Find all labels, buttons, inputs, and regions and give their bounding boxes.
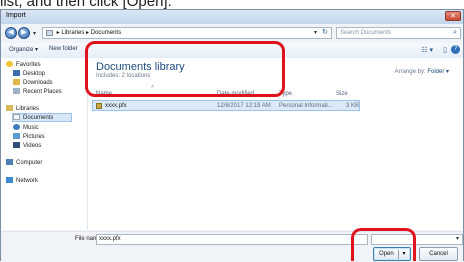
highlight-open-button: [351, 228, 416, 261]
pictures-icon: [13, 133, 20, 139]
arrange-by-value[interactable]: Folder ▾: [427, 69, 449, 75]
search-placeholder: Search Documents: [340, 30, 392, 36]
sidebar-item-network[interactable]: Network: [6, 177, 38, 184]
breadcrumb-documents[interactable]: Documents: [91, 28, 121, 38]
column-header-size[interactable]: Size: [336, 91, 348, 97]
file-date-cell: 12/6/2017 12:19 AM: [217, 103, 271, 109]
sidebar-item-libraries[interactable]: Libraries: [6, 105, 39, 112]
search-input[interactable]: Search Documents ⌕: [336, 27, 461, 39]
file-type-cell: Personal Informati...: [279, 103, 333, 109]
views-icon[interactable]: ☷ ▾: [421, 46, 433, 54]
computer-icon: [6, 159, 13, 165]
sidebar-item-desktop[interactable]: Desktop: [13, 70, 45, 77]
window-title: Import: [6, 12, 26, 19]
desktop-icon: [13, 70, 20, 76]
sidebar-item-pictures[interactable]: Pictures: [13, 133, 45, 140]
preview-pane-icon[interactable]: ▯: [443, 46, 447, 54]
star-icon: [6, 61, 13, 67]
arrange-by[interactable]: Arrange by: Folder ▾: [395, 68, 449, 75]
libraries-icon: [6, 105, 13, 111]
help-icon[interactable]: ?: [451, 45, 460, 54]
file-size-cell: 3 KB: [346, 103, 360, 109]
sidebar-item-recent-places[interactable]: Recent Places: [13, 88, 62, 95]
navigation-bar: ◀ ▶ ▾ ▸ Libraries ▸ Documents ▾ ↻ Search…: [1, 24, 463, 42]
forward-button[interactable]: ▶: [18, 27, 30, 39]
file-name-cell: xxxx.pfx: [105, 103, 127, 109]
library-icon: [46, 30, 53, 36]
recent-pages-dropdown[interactable]: ▾: [33, 30, 36, 37]
downloads-icon: [13, 79, 20, 85]
navigation-pane: Favorites Desktop Downloads Recent Place…: [1, 58, 88, 230]
back-button[interactable]: ◀: [5, 27, 17, 39]
videos-icon: [13, 142, 20, 148]
refresh-icon[interactable]: ↻: [322, 28, 328, 38]
arrange-by-label: Arrange by:: [394, 69, 426, 75]
path-separator: ▸: [56, 30, 60, 36]
new-folder-button[interactable]: New folder: [49, 46, 78, 52]
organize-menu[interactable]: Organize ▾: [9, 46, 38, 53]
music-icon: [13, 124, 20, 130]
sidebar-item-documents[interactable]: Documents: [12, 113, 72, 122]
file-name-field[interactable]: xxxx.pfx: [96, 234, 368, 245]
path-separator: ▸: [86, 30, 90, 36]
close-button[interactable]: ✕: [445, 11, 461, 21]
file-row[interactable]: xxxx.pfx 12/6/2017 12:19 AM Personal Inf…: [92, 100, 360, 111]
recent-places-icon: [13, 88, 20, 94]
address-bar[interactable]: ▸ Libraries ▸ Documents ▾ ↻: [42, 27, 332, 39]
sidebar-item-music[interactable]: Music: [13, 124, 39, 131]
breadcrumb-libraries[interactable]: Libraries: [61, 28, 84, 38]
chevron-down-icon: ▾: [455, 236, 459, 242]
instruction-caption: list, and then click [Open].: [0, 0, 172, 9]
sidebar-item-favorites[interactable]: Favorites: [6, 61, 41, 68]
search-icon[interactable]: ⌕: [453, 28, 457, 38]
documents-icon: [13, 114, 20, 120]
highlight-file-list: [85, 41, 285, 97]
sidebar-item-downloads[interactable]: Downloads: [13, 79, 53, 86]
title-bar: Import ✕: [1, 10, 463, 24]
sidebar-item-computer[interactable]: Computer: [6, 159, 42, 166]
sidebar-item-videos[interactable]: Videos: [13, 142, 41, 149]
network-icon: [6, 177, 13, 183]
certificate-file-icon: [96, 103, 102, 109]
cancel-button[interactable]: Cancel: [419, 247, 458, 261]
address-dropdown-icon[interactable]: ▾: [314, 28, 317, 38]
